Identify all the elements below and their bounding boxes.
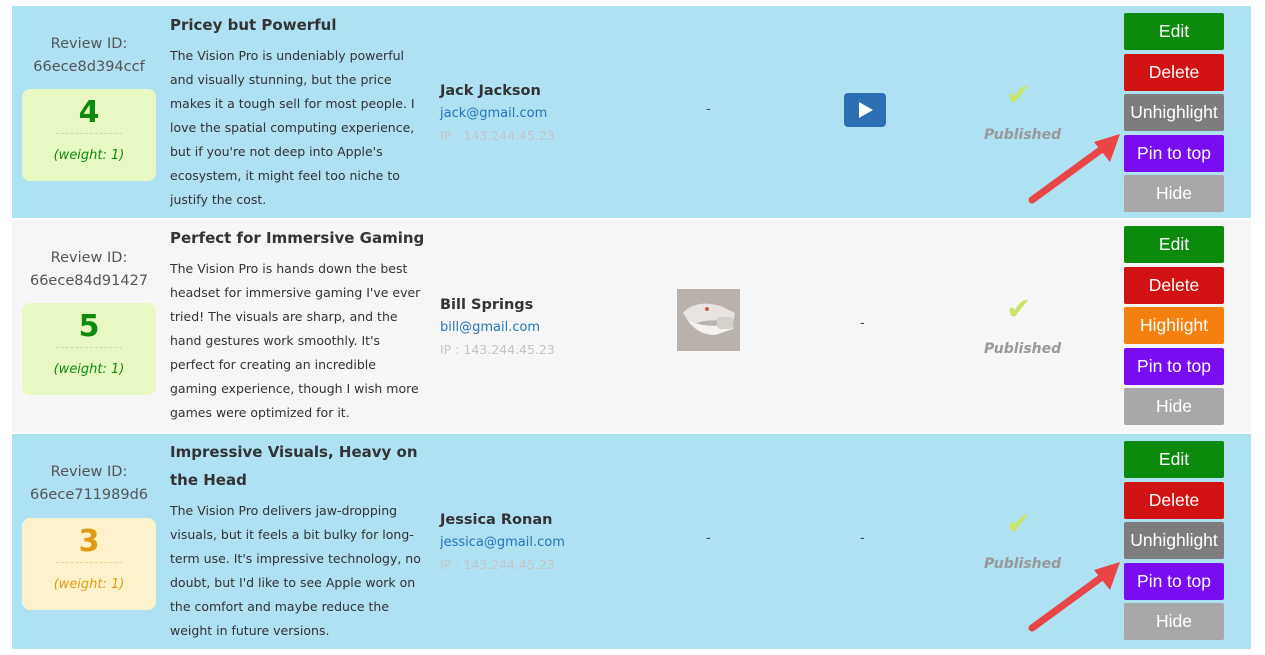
rating-weight: (weight: 1) [53, 148, 125, 163]
pin-to-top-button[interactable]: Pin to top [1124, 348, 1224, 385]
reviewer-name: Bill Springs [440, 297, 534, 313]
edit-button[interactable]: Edit [1124, 13, 1224, 50]
rating-divider [56, 347, 122, 348]
pin-to-top-button[interactable]: Pin to top [1124, 563, 1224, 600]
edit-button[interactable]: Edit [1124, 226, 1224, 263]
annotation-arrow-icon [1028, 134, 1120, 204]
annotation-arrow-icon [1028, 562, 1120, 632]
media-placeholder: - [706, 531, 711, 546]
unhighlight-button[interactable]: Unhighlight [1124, 522, 1224, 559]
reviewer-email[interactable]: bill@gmail.com [440, 317, 555, 339]
review-id: 66ece8d394ccf [33, 59, 145, 75]
review-row: Review ID: 66ece84d91427 5 (weight: 1) P… [12, 220, 1251, 432]
review-body: The Vision Pro is hands down the best he… [170, 261, 421, 420]
reviewer-name: Jack Jackson [440, 83, 541, 99]
rating-weight: (weight: 1) [53, 577, 125, 592]
hide-button[interactable]: Hide [1124, 388, 1224, 425]
video-placeholder: - [860, 531, 865, 546]
review-id-label: Review ID: [50, 36, 128, 52]
highlight-button[interactable]: Highlight [1124, 307, 1224, 344]
review-id-block: Review ID: 66ece711989d6 [24, 461, 154, 507]
delete-button[interactable]: Delete [1124, 267, 1224, 304]
review-id-block: Review ID: 66ece8d394ccf [24, 33, 154, 79]
rating-box: 3 (weight: 1) [22, 518, 156, 610]
review-title: Pricey but Powerful [170, 16, 337, 34]
checkmark-icon: ✔ [1006, 507, 1032, 542]
rating-score: 5 [78, 309, 100, 344]
video-play-button[interactable] [844, 93, 886, 127]
reviewer-ip: IP : 143.244.45.23 [440, 128, 555, 143]
hide-button[interactable]: Hide [1124, 603, 1224, 640]
review-title: Impressive Visuals, Heavy on the Head [170, 443, 418, 489]
pin-to-top-button[interactable]: Pin to top [1124, 135, 1224, 172]
rating-box: 4 (weight: 1) [22, 89, 156, 181]
hide-button[interactable]: Hide [1124, 175, 1224, 212]
rating-divider [56, 562, 122, 563]
rating-weight: (weight: 1) [53, 362, 125, 377]
review-id: 66ece711989d6 [29, 487, 149, 503]
reviewer-email[interactable]: jack@gmail.com [440, 103, 555, 125]
review-id: 66ece84d91427 [29, 273, 149, 289]
video-placeholder: - [860, 316, 865, 331]
review-id-block: Review ID: 66ece84d91427 [24, 247, 154, 293]
unhighlight-button[interactable]: Unhighlight [1124, 94, 1224, 131]
play-icon [859, 102, 873, 118]
rating-score: 4 [78, 95, 100, 130]
reviewer-ip: IP : 143.244.45.23 [440, 342, 555, 357]
edit-button[interactable]: Edit [1124, 441, 1224, 478]
review-id-label: Review ID: [50, 250, 128, 266]
status-label: Published [984, 341, 1062, 357]
checkmark-icon: ✔ [1006, 78, 1032, 113]
review-title: Perfect for Immersive Gaming [170, 229, 425, 247]
media-placeholder: - [706, 102, 711, 117]
rating-box: 5 (weight: 1) [22, 303, 156, 395]
reviewer-info: Jessica Ronan jessica@gmail.com IP : 143… [440, 508, 565, 576]
reviewer-info: Jack Jackson jack@gmail.com IP : 143.244… [440, 79, 555, 147]
reviewer-name: Jessica Ronan [440, 512, 553, 528]
review-photo-thumbnail[interactable] [677, 289, 740, 351]
review-body: The Vision Pro is undeniably powerful an… [170, 48, 415, 207]
delete-button[interactable]: Delete [1124, 54, 1224, 91]
checkmark-icon: ✔ [1006, 292, 1032, 327]
review-body: The Vision Pro delivers jaw-dropping vis… [170, 503, 421, 638]
reviewer-ip: IP : 143.244.45.23 [440, 557, 555, 572]
review-id-label: Review ID: [50, 464, 128, 480]
rating-score: 3 [78, 524, 100, 559]
reviewer-info: Bill Springs bill@gmail.com IP : 143.244… [440, 293, 555, 361]
reviewer-email[interactable]: jessica@gmail.com [440, 532, 565, 554]
delete-button[interactable]: Delete [1124, 482, 1224, 519]
rating-divider [56, 133, 122, 134]
